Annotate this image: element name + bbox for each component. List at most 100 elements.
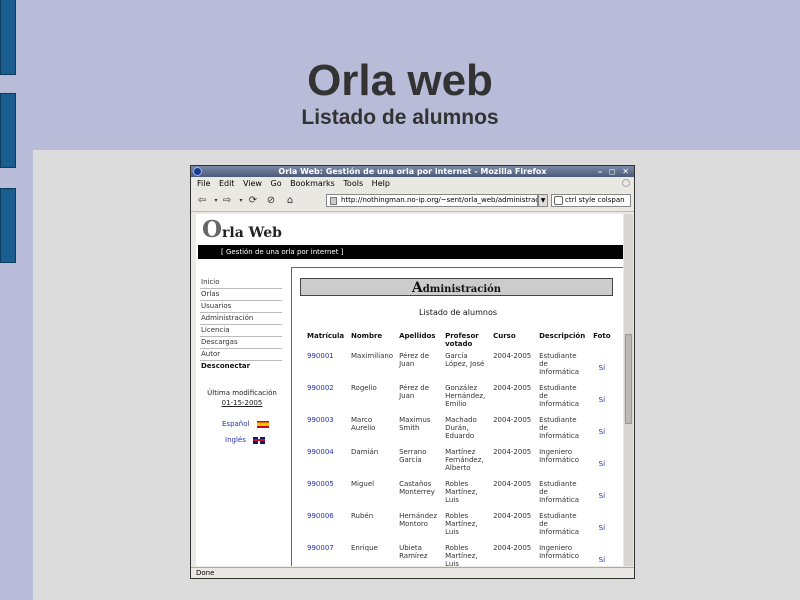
lang-english-label: Inglés (225, 436, 246, 444)
cell-descripcion: Estudiante de Informática (539, 480, 580, 504)
sidebar-item-administracion[interactable]: Administración (200, 313, 282, 325)
window-titlebar: Orla Web: Gestión de una orla por intern… (191, 166, 634, 177)
sidebar-item-orlas[interactable]: Orlas (200, 289, 282, 301)
admin-heading-initial: A (411, 280, 423, 296)
cell-nombre: Maximiliano (351, 352, 394, 360)
cell-descripcion: Ingeniero Informático (539, 544, 580, 560)
last-modified-label: Última modificación (207, 389, 277, 397)
back-arrow-icon[interactable]: ⇦ (195, 194, 209, 207)
matricula-link[interactable]: 990004 (304, 448, 348, 480)
cell-curso: 2004-2005 (493, 384, 532, 392)
sidebar-item-desconectar[interactable]: Desconectar (200, 361, 282, 372)
table-row: 990001 Maximiliano Pérez de Juan García … (304, 352, 614, 384)
last-modified-date: 01-15-2005 (221, 399, 263, 407)
cell-nombre: Rogelio (351, 384, 377, 392)
last-modified: Última modificación 01-15-2005 (196, 388, 288, 408)
students-table: Matrícula Nombre Apellidos Profesor vota… (304, 332, 614, 566)
matricula-link[interactable]: 990006 (304, 512, 348, 544)
col-apellidos: Apellidos (399, 332, 436, 340)
col-nombre: Nombre (351, 332, 383, 340)
table-row: 990007 Enrique Ubieta Ramírez Robles Mar… (304, 544, 614, 566)
foto-link[interactable]: Sí (590, 384, 613, 416)
url-dropdown-icon[interactable]: ▼ (538, 194, 548, 207)
vertical-scrollbar[interactable] (624, 214, 633, 566)
cell-apellidos: Castaños Monterrey (399, 480, 435, 496)
table-row: 990003 Marco Aurelio Maximus Smith Macha… (304, 416, 614, 448)
foto-link[interactable]: Sí (590, 352, 613, 384)
menu-bookmarks[interactable]: Bookmarks (290, 179, 335, 188)
col-profesor: Profesor votado (445, 332, 479, 348)
sidebar-item-autor[interactable]: Autor (200, 349, 282, 361)
cell-profesor: Machado Durán, Eduardo (445, 416, 477, 440)
url-text: http://nothingman.no-ip.org/~sent/orla_w… (341, 196, 538, 204)
slide-subtitle: Listado de alumnos (301, 106, 499, 129)
throbber-icon (622, 179, 630, 187)
cell-apellidos: Maximus Smith (399, 416, 431, 432)
forward-arrow-icon[interactable]: ⇨ (220, 194, 234, 207)
matricula-link[interactable]: 990007 (304, 544, 348, 566)
sidebar-item-descargas[interactable]: Descargas (200, 337, 282, 349)
cell-descripcion: Estudiante de Informática (539, 416, 580, 440)
cell-nombre: Rubén (351, 512, 374, 520)
scrollbar-thumb[interactable] (625, 334, 632, 424)
table-row: 990006 Rubén Hernández Montoro Robles Ma… (304, 512, 614, 544)
home-icon[interactable]: ⌂ (283, 194, 297, 207)
foto-link[interactable]: Sí (590, 512, 613, 544)
page-viewport: Orla Web [ Gestión de una orla por inter… (196, 214, 623, 566)
col-matricula: Matrícula (307, 332, 345, 340)
matricula-link[interactable]: 990001 (304, 352, 348, 384)
matricula-link[interactable]: 990002 (304, 384, 348, 416)
site-tagline-bar: [ Gestión de una orla por internet ] (198, 245, 623, 259)
menu-help[interactable]: Help (372, 179, 390, 188)
lang-english[interactable]: Inglés (225, 436, 266, 444)
sidebar-item-inicio[interactable]: Inicio (200, 277, 282, 289)
stop-icon[interactable]: ⊘ (264, 194, 278, 207)
matricula-link[interactable]: 990005 (304, 480, 348, 512)
menu-go[interactable]: Go (271, 179, 282, 188)
cell-apellidos: Pérez de Juan (399, 352, 430, 368)
main-content: Administración Listado de alumnos Matríc… (291, 267, 623, 566)
firefox-icon (193, 167, 202, 176)
logo-initial: O (202, 216, 223, 243)
cell-curso: 2004-2005 (493, 480, 532, 488)
url-bar[interactable]: http://nothingman.no-ip.org/~sent/orla_w… (326, 194, 538, 207)
sidebar-nav: Inicio Orlas Usuarios Administración Lic… (200, 277, 282, 372)
matricula-link[interactable]: 990003 (304, 416, 348, 448)
foto-link[interactable]: Sí (590, 480, 613, 512)
col-curso: Curso (493, 332, 516, 340)
cell-apellidos: Hernández Montoro (399, 512, 438, 528)
menu-tools[interactable]: Tools (343, 179, 363, 188)
search-text: ctrl style colspan (565, 196, 625, 204)
menu-view[interactable]: View (243, 179, 262, 188)
cell-curso: 2004-2005 (493, 416, 532, 424)
cell-curso: 2004-2005 (493, 544, 532, 552)
cell-curso: 2004-2005 (493, 448, 532, 456)
cell-descripcion: Ingeniero Informático (539, 448, 580, 464)
table-row: 990004 Damián Serrano García Martínez Fe… (304, 448, 614, 480)
search-bar[interactable]: ctrl style colspan (551, 194, 631, 207)
menu-edit[interactable]: Edit (219, 179, 235, 188)
cell-profesor: García López, José (445, 352, 485, 368)
foto-link[interactable]: Sí (590, 544, 613, 566)
spain-flag-icon (256, 420, 269, 428)
search-engine-icon (554, 196, 563, 205)
sidebar-item-usuarios[interactable]: Usuarios (200, 301, 282, 313)
menu-bar: File Edit View Go Bookmarks Tools Help (191, 178, 634, 190)
reload-icon[interactable]: ⟳ (246, 194, 260, 207)
menu-file[interactable]: File (197, 179, 210, 188)
cell-descripcion: Estudiante de Informática (539, 512, 580, 536)
col-foto: Foto (593, 332, 611, 340)
cell-profesor: Robles Martínez, Luis (445, 512, 478, 536)
site-logo: Orla Web (202, 216, 282, 243)
window-title: Orla Web: Gestión de una orla por intern… (278, 167, 547, 176)
cell-apellidos: Serrano García (399, 448, 427, 464)
list-title: Listado de alumnos (418, 308, 498, 317)
foto-link[interactable]: Sí (590, 448, 613, 480)
sidebar-item-licencia[interactable]: Licencia (200, 325, 282, 337)
cell-curso: 2004-2005 (493, 512, 532, 520)
foto-link[interactable]: Sí (590, 416, 613, 448)
uk-flag-icon (253, 436, 266, 444)
cell-nombre: Damián (351, 448, 379, 456)
lang-spanish[interactable]: Español (222, 420, 269, 428)
window-controls[interactable]: – ◻ ✕ (598, 166, 631, 177)
